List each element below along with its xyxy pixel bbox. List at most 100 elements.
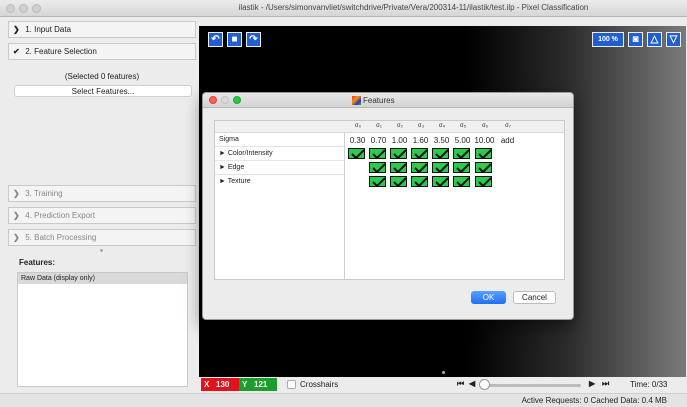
- feature-checkbox[interactable]: [390, 162, 407, 173]
- applet-label: 1. Input Data: [25, 25, 72, 34]
- features-label: Features:: [19, 258, 56, 267]
- applet-batch-processing[interactable]: ❯ 5. Batch Processing: [8, 229, 196, 246]
- column-header: σ₀: [354, 123, 362, 129]
- splitter-handle[interactable]: [100, 249, 103, 252]
- y-value: 121: [254, 380, 268, 389]
- crosshairs-checkbox[interactable]: [287, 380, 296, 389]
- skip-end-icon[interactable]: ⏭: [602, 379, 609, 389]
- window-title-bar: ilastik - /Users/simonvanvliet/switchdri…: [0, 0, 687, 17]
- sigma-value[interactable]: 3.50: [431, 136, 452, 145]
- sigma-value[interactable]: 0.30: [347, 136, 368, 145]
- step-back-icon[interactable]: ◀: [469, 379, 475, 388]
- chevron-down-icon: ✔: [13, 47, 20, 56]
- feature-checkbox[interactable]: [432, 148, 449, 159]
- feature-checkbox[interactable]: [369, 162, 386, 173]
- feature-checkbox[interactable]: [453, 148, 470, 159]
- feature-checkbox[interactable]: [390, 148, 407, 159]
- row-label-texture[interactable]: ► Texture: [219, 178, 251, 185]
- time-label: Time: 0/33: [630, 380, 668, 389]
- skip-start-icon[interactable]: ⏮: [457, 379, 464, 389]
- crosshairs-label: Crosshairs: [300, 380, 339, 389]
- cancel-button[interactable]: Cancel: [513, 291, 556, 304]
- column-header: σ₄: [438, 123, 446, 129]
- sigma-value[interactable]: 0.70: [368, 136, 389, 145]
- app-icon: [352, 96, 361, 105]
- select-features-button[interactable]: Select Features...: [14, 85, 192, 97]
- column-header: σ₂: [396, 123, 404, 129]
- column-header: σ₇: [505, 123, 511, 129]
- time-slider-track[interactable]: [487, 384, 581, 387]
- feature-checkbox[interactable]: [348, 148, 365, 159]
- feature-checkbox[interactable]: [453, 176, 470, 187]
- row-label-sigma: Sigma: [219, 136, 239, 143]
- feature-matrix: σ₀ σ₁ σ₂ σ₃ σ₄ σ₅ σ₆ σ₇ Sigma ► Color/In…: [214, 120, 565, 280]
- feature-checkbox[interactable]: [475, 162, 492, 173]
- row-separator: [215, 174, 344, 175]
- sigma-value[interactable]: 5.00: [452, 136, 473, 145]
- viewer-controls: X 130 Y 121 Crosshairs ⏮ ◀ ▶ ⏭ Time: 0/3…: [199, 377, 687, 393]
- features-dialog: Features σ₀ σ₁ σ₂ σ₃ σ₄ σ₅ σ₆ σ₇ Sigma ►…: [202, 92, 574, 320]
- feature-checkbox[interactable]: [369, 176, 386, 187]
- column-header: σ₅: [459, 123, 467, 129]
- feature-checkbox[interactable]: [411, 162, 428, 173]
- y-coordinate: Y 121: [239, 378, 277, 391]
- viewer-splitter-handle[interactable]: [442, 371, 445, 374]
- applet-training[interactable]: ❯ 3. Training: [8, 185, 196, 202]
- dialog-close-button[interactable]: [209, 96, 217, 104]
- row-label-edge[interactable]: ► Edge: [219, 164, 244, 171]
- column-header: σ₃: [417, 123, 425, 129]
- y-label: Y: [242, 380, 248, 389]
- triangle-up-icon[interactable]: △: [647, 32, 662, 47]
- feature-checkbox[interactable]: [411, 176, 428, 187]
- applet-input-data[interactable]: ❯ 1. Input Data: [8, 21, 196, 38]
- x-label: X: [204, 380, 210, 389]
- window-title: ilastik - /Users/simonvanvliet/switchdri…: [238, 3, 589, 12]
- applet-label: 2. Feature Selection: [25, 47, 97, 56]
- applet-feature-selection[interactable]: ✔ 2. Feature Selection: [8, 43, 196, 60]
- feature-checkbox[interactable]: [453, 162, 470, 173]
- zoom-level-button[interactable]: 100 %: [592, 32, 624, 47]
- rotate-left-icon[interactable]: ↶: [208, 32, 223, 47]
- dialog-minimize-button[interactable]: [221, 96, 229, 104]
- rotate-right-icon[interactable]: ↷: [246, 32, 261, 47]
- feature-checkbox[interactable]: [390, 176, 407, 187]
- x-coordinate: X 130: [201, 378, 239, 391]
- feature-checkbox[interactable]: [432, 162, 449, 173]
- x-value: 130: [216, 380, 230, 389]
- applet-label: 4. Prediction Export: [25, 211, 96, 220]
- status-bar: Active Requests: 0 Cached Data: 0.4 MB: [0, 393, 687, 407]
- chevron-right-icon: ❯: [13, 211, 20, 220]
- chevron-right-icon: ❯: [13, 25, 20, 34]
- triangle-down-icon[interactable]: ▽: [666, 32, 681, 47]
- row-label-color-intensity[interactable]: ► Color/Intensity: [219, 150, 273, 157]
- feature-checkbox[interactable]: [411, 148, 428, 159]
- list-item[interactable]: Raw Data (display only): [18, 273, 187, 284]
- feature-checkbox[interactable]: [432, 176, 449, 187]
- time-slider-knob[interactable]: [479, 379, 490, 390]
- feature-checkbox[interactable]: [475, 148, 492, 159]
- selected-count: (Selected 0 features): [64, 72, 140, 81]
- chevron-right-icon: ❯: [13, 233, 20, 242]
- add-sigma-button[interactable]: add: [497, 136, 518, 145]
- step-forward-icon[interactable]: ▶: [589, 379, 595, 388]
- row-header-column: Sigma ► Color/Intensity ► Edge ► Texture: [215, 133, 345, 279]
- sigma-value[interactable]: 1.60: [410, 136, 431, 145]
- dialog-zoom-button[interactable]: [233, 96, 241, 104]
- dialog-title: Features: [363, 96, 395, 105]
- sigma-value[interactable]: 10.00: [474, 136, 495, 145]
- chevron-right-icon: ❯: [13, 189, 20, 198]
- applet-prediction-export[interactable]: ❯ 4. Prediction Export: [8, 207, 196, 224]
- applet-label: 5. Batch Processing: [25, 233, 97, 242]
- feature-selection-body: (Selected 0 features) Select Features...: [8, 67, 196, 184]
- column-header-row: σ₀ σ₁ σ₂ σ₃ σ₄ σ₅ σ₆ σ₇: [215, 121, 564, 133]
- column-header: σ₆: [481, 123, 489, 129]
- feature-checkbox[interactable]: [369, 148, 386, 159]
- stop-icon[interactable]: ■: [227, 32, 242, 47]
- features-list[interactable]: Raw Data (display only): [17, 272, 188, 387]
- sigma-value[interactable]: 1.00: [389, 136, 410, 145]
- ok-button[interactable]: OK: [471, 291, 506, 304]
- row-separator: [215, 160, 344, 161]
- feature-checkbox[interactable]: [475, 176, 492, 187]
- status-text: Active Requests: 0 Cached Data: 0.4 MB: [521, 396, 667, 405]
- camera-icon[interactable]: ◙: [628, 32, 643, 47]
